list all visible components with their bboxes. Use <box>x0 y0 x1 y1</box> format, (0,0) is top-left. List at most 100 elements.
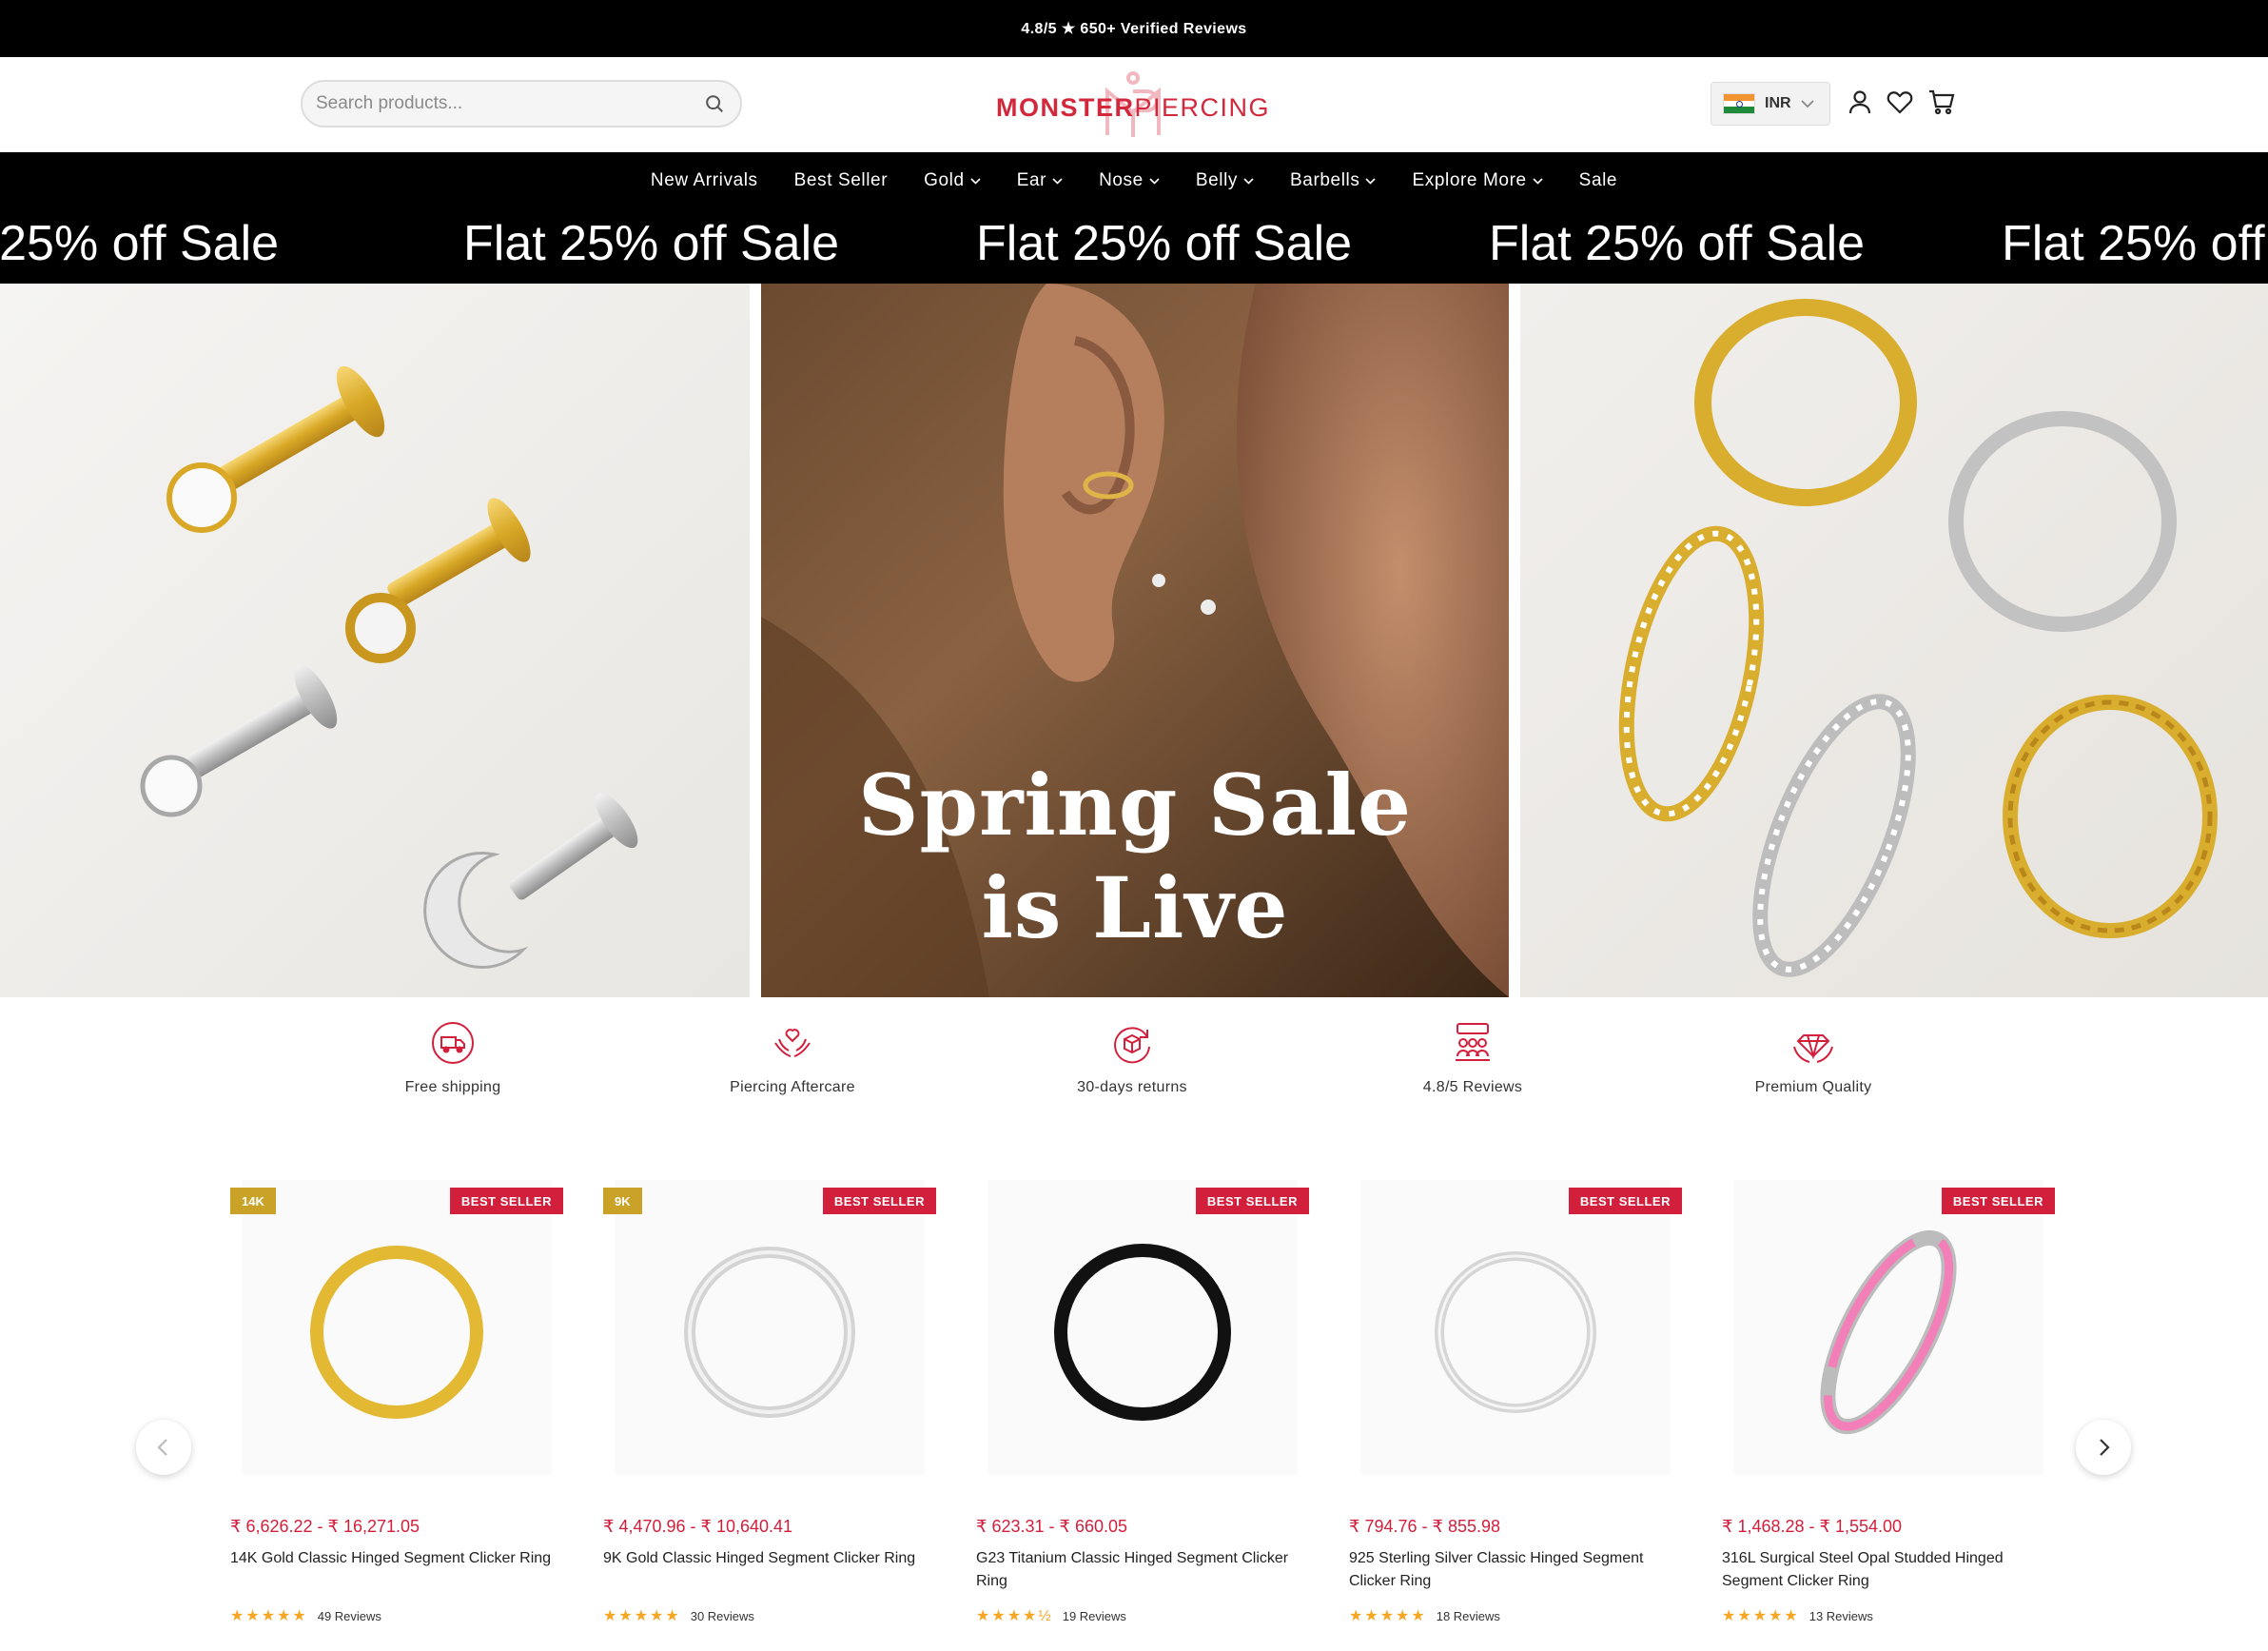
product-card[interactable]: BEST SELLER ₹ 623.31 - ₹ 660.05 G23 Tita… <box>976 1170 1309 1651</box>
nav-item-gold[interactable]: Gold <box>924 170 981 191</box>
star-rating-icon: ★★★★★ <box>1349 1608 1427 1624</box>
logo-text-light: PIERCING <box>1134 93 1271 122</box>
feature-label: Premium Quality <box>1754 1079 1872 1095</box>
return-box-icon <box>1114 1027 1150 1064</box>
hero-title-line2: is Live <box>981 858 1289 957</box>
nav-item-best-seller[interactable]: Best Seller <box>794 170 888 191</box>
announcement-bar: 4.8/5 ★ 650+ Verified Reviews <box>0 0 2268 57</box>
product-price: ₹ 6,626.22 - ₹ 16,271.05 <box>230 1517 420 1536</box>
nav-item-label: Nose <box>1099 170 1144 190</box>
feature-label: Free shipping <box>404 1079 501 1095</box>
currency-selector[interactable]: INR <box>1711 82 1830 126</box>
product-image[interactable] <box>615 1180 925 1475</box>
feature-returns: 30-days returns <box>1008 1011 1256 1096</box>
india-flag-icon <box>1723 93 1755 114</box>
carousel-prev-button[interactable] <box>136 1420 191 1475</box>
gold-clicker-ring-image <box>310 1246 483 1419</box>
product-rating: ★★★★★ 49 Reviews <box>230 1606 381 1625</box>
search-bar[interactable] <box>301 80 742 128</box>
studs-image <box>0 284 750 997</box>
site-header: MONSTERPIERCING INR <box>0 57 2268 152</box>
site-logo[interactable]: MONSTERPIERCING <box>995 70 1271 139</box>
best-seller-badge: BEST SELLER <box>449 1188 563 1214</box>
feature-premium-quality: Premium Quality <box>1690 1011 1937 1096</box>
chevron-left-icon <box>157 1439 167 1456</box>
hero-panel-studs[interactable] <box>0 284 750 997</box>
product-image[interactable] <box>1733 1180 2043 1475</box>
chevron-down-icon <box>1243 178 1254 185</box>
product-name[interactable]: 9K Gold Classic Hinged Segment Clicker R… <box>603 1547 927 1570</box>
review-count[interactable]: 30 Reviews <box>691 1609 754 1623</box>
currency-label: INR <box>1765 95 1791 111</box>
product-card[interactable]: 9K BEST SELLER ₹ 4,470.96 - ₹ 10,640.41 … <box>603 1170 936 1651</box>
nav-item-label: Ear <box>1016 170 1047 190</box>
product-card[interactable]: BEST SELLER ₹ 794.76 - ₹ 855.98 925 Ster… <box>1349 1170 1682 1651</box>
product-card[interactable]: 14K BEST SELLER ₹ 6,626.22 - ₹ 16,271.05… <box>230 1170 563 1651</box>
star-rating-icon: ★★★★★ <box>603 1608 681 1624</box>
review-count[interactable]: 19 Reviews <box>1063 1609 1126 1623</box>
product-image[interactable] <box>242 1180 552 1475</box>
review-count[interactable]: 49 Reviews <box>318 1609 381 1623</box>
product-card[interactable]: BEST SELLER ₹ 1,468.28 - ₹ 1,554.00 316L… <box>1722 1170 2055 1651</box>
black-titanium-ring-image <box>1054 1244 1231 1421</box>
product-rating: ★★★★½ 19 Reviews <box>976 1606 1126 1625</box>
best-seller-badge: BEST SELLER <box>822 1188 936 1214</box>
chevron-down-icon <box>1800 100 1814 108</box>
truck-icon <box>432 1022 474 1064</box>
nav-item-label: Best Seller <box>793 170 889 190</box>
nav-item-ear[interactable]: Ear <box>1017 170 1063 191</box>
nav-item-sale[interactable]: Sale <box>1579 170 1617 191</box>
search-icon[interactable] <box>704 93 725 114</box>
product-rating: ★★★★★ 18 Reviews <box>1349 1606 1500 1625</box>
hero-title-line1: Spring Sale <box>857 756 1412 855</box>
user-icon[interactable] <box>1846 88 1874 116</box>
cart-icon[interactable] <box>1927 88 1956 116</box>
sterling-silver-ring-image <box>1435 1251 1596 1413</box>
nav-item-belly[interactable]: Belly <box>1196 170 1254 191</box>
nav-item-label: Sale <box>1578 170 1618 190</box>
nav-item-new-arrivals[interactable]: New Arrivals <box>651 170 758 191</box>
product-name[interactable]: 316L Surgical Steel Opal Studded Hinged … <box>1722 1547 2045 1593</box>
marquee-text: Flat 25% off Sale <box>0 216 280 271</box>
best-seller-badge: BEST SELLER <box>1941 1188 2055 1214</box>
reviews-icon <box>1456 1023 1490 1061</box>
karat-badge: 14K <box>230 1188 276 1214</box>
product-image[interactable] <box>1360 1180 1671 1475</box>
hero-panel-rings[interactable] <box>1520 284 2268 997</box>
heart-icon[interactable] <box>1886 88 1914 116</box>
feature-piercing-aftercare: Piercing Aftercare <box>669 1011 916 1096</box>
diamond-icon <box>1793 1034 1833 1063</box>
product-price: ₹ 1,468.28 - ₹ 1,554.00 <box>1722 1517 1903 1536</box>
nav-item-label: New Arrivals <box>650 170 758 190</box>
chevron-down-icon <box>1052 178 1063 185</box>
best-seller-badge: BEST SELLER <box>1195 1188 1309 1214</box>
chevron-right-icon <box>2100 1439 2110 1456</box>
review-count[interactable]: 18 Reviews <box>1437 1609 1500 1623</box>
search-input[interactable] <box>316 93 696 114</box>
chevron-down-icon <box>1149 178 1160 185</box>
nav-item-barbells[interactable]: Barbells <box>1290 170 1377 191</box>
chevron-down-icon <box>1533 178 1543 185</box>
feature-free-shipping: Free shipping <box>329 1011 577 1096</box>
review-count[interactable]: 13 Reviews <box>1809 1609 1873 1623</box>
nav-item-explore-more[interactable]: Explore More <box>1412 170 1543 191</box>
star-rating-icon: ★★★★★ <box>230 1608 308 1624</box>
chevron-down-icon <box>970 178 981 185</box>
product-name[interactable]: 925 Sterling Silver Classic Hinged Segme… <box>1349 1547 1672 1593</box>
product-name[interactable]: 14K Gold Classic Hinged Segment Clicker … <box>230 1547 554 1570</box>
hero-panel-spring-sale[interactable]: Spring Sale is Live <box>761 284 1509 997</box>
star-rating-icon: ★★★★½ <box>976 1608 1053 1624</box>
nav-item-nose[interactable]: Nose <box>1099 170 1160 191</box>
feature-label: 4.8/5 Reviews <box>1422 1079 1523 1095</box>
main-nav: New Arrivals Best Seller Gold Ear Nose B… <box>0 152 2268 209</box>
nav-item-label: Gold <box>924 170 965 190</box>
product-image[interactable] <box>987 1180 1298 1475</box>
features-row: Free shipping Piercing Aftercare 30-days… <box>0 1011 2268 1115</box>
sale-marquee: Flat 25% off Sale Flat 25% off Sale Flat… <box>0 209 2268 284</box>
logo-text-bold: MONSTER <box>995 93 1135 122</box>
product-name[interactable]: G23 Titanium Classic Hinged Segment Clic… <box>976 1547 1300 1593</box>
nav-item-label: Explore More <box>1412 170 1527 190</box>
nav-item-label: Belly <box>1195 170 1239 190</box>
carousel-next-button[interactable] <box>2076 1420 2131 1475</box>
product-rating: ★★★★★ 13 Reviews <box>1722 1606 1873 1625</box>
